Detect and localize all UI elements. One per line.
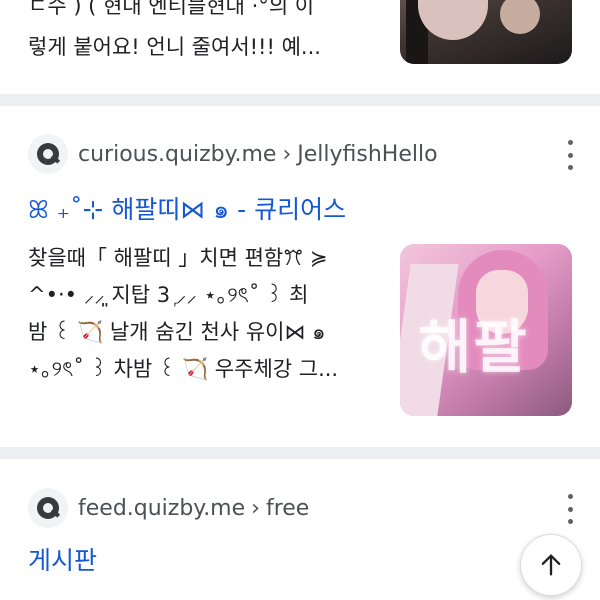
result-snippet: ㄷ수 ) ( 현대 엔티블현대 ·°의 이 렇게 붙어요! 언니 줄여서!!! … — [28, 0, 374, 68]
snippet-line: ^•‧• ⸝⸝͈ 지탑 3 ᷊⸝⸝ ⋆｡୨ৎ˚ ꒱ 최 — [28, 283, 309, 307]
snippet-line: 찾을때「 해팔띠 」치면 편함ꔫ ≽ — [28, 246, 328, 270]
result-snippet: 찾을때「 해팔띠 」치면 편함ꔫ ≽ ^•‧• ⸝⸝͈ 지탑 3 ᷊⸝⸝ ⋆｡୨… — [28, 240, 378, 388]
more-options-icon[interactable] — [562, 494, 578, 524]
quizby-logo-icon — [28, 134, 68, 174]
snippet-line: 밤 ꒰ 🏹 날개 숨긴 천사 유이⋈ ๑ — [28, 320, 326, 344]
search-result-card: ㄷ수 ) ( 현대 엔티블현대 ·°의 이 렇게 붙어요! 언니 줄여서!!! … — [0, 0, 600, 94]
result-path: free — [265, 495, 310, 521]
scroll-to-top-button[interactable] — [520, 534, 582, 596]
more-options-icon[interactable] — [562, 140, 578, 170]
arrow-up-icon — [541, 554, 561, 576]
result-title-link[interactable]: 게시판 — [28, 541, 97, 577]
result-path: JellyfishHello — [297, 141, 438, 167]
result-thumbnail[interactable]: 해팔 — [400, 244, 572, 416]
result-source[interactable]: feed.quizby.me › free — [28, 488, 309, 528]
search-result-card: curious.quizby.me › JellyfishHello ꕤ ₊˚⊹… — [0, 106, 600, 447]
search-result-card: feed.quizby.me › free 게시판 — [0, 459, 600, 600]
breadcrumb-separator: › — [251, 495, 260, 521]
result-domain: feed.quizby.me — [78, 495, 246, 521]
result-divider — [0, 447, 600, 459]
snippet-line: ㄷ수 ) ( 현대 엔티블현대 ·°의 이 — [28, 0, 315, 18]
result-divider — [0, 94, 600, 106]
breadcrumb-separator: › — [282, 141, 292, 167]
snippet-line: ⋆｡୨ৎ˚ ꒱ 차밤 ꒰ 🏹 우주체강 그... — [28, 357, 339, 381]
result-domain: curious.quizby.me — [78, 141, 277, 167]
snippet-line: 렇게 붙어요! 언니 줄여서!!! 예... — [28, 35, 321, 59]
result-title-link[interactable]: ꕤ ₊˚⊹ 해팔띠⋈ ๑ - 큐리어스 — [28, 190, 346, 230]
result-source[interactable]: curious.quizby.me › JellyfishHello — [28, 134, 438, 174]
thumbnail-overlay-text: 해팔 — [418, 313, 529, 381]
result-thumbnail[interactable] — [400, 0, 572, 64]
quizby-logo-icon — [28, 488, 68, 528]
